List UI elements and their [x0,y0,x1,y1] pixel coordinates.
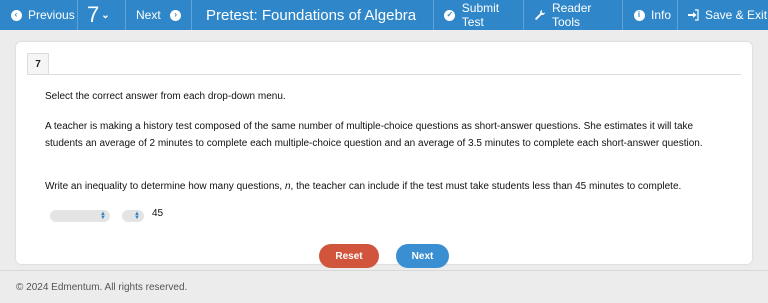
chevron-right-icon: › [170,9,182,21]
copyright-text: © 2024 Edmentum. All rights reserved. [16,282,188,293]
next-question-button[interactable]: Next › [126,0,192,30]
question-prompt: Write an inequality to determine how man… [45,181,682,192]
constant-value: 45 [152,208,164,219]
next-label: Next [136,8,161,22]
chevron-left-icon: ‹ [10,9,22,21]
submit-test-button[interactable]: ✓ Submit Test [433,0,524,30]
sign-out-icon [687,9,699,21]
question-selector[interactable]: 7 ⌄ [78,0,126,30]
check-circle-icon: ✓ [444,9,456,21]
expression-dropdown[interactable]: ▲ ▼ [50,210,110,222]
top-toolbar: ‹ Previous 7 ⌄ Next › Pretest: Foundatio… [0,0,768,30]
reader-tools-label: Reader Tools [552,1,592,29]
next-button[interactable]: Next [396,244,449,268]
previous-button[interactable]: ‹ Previous [0,0,78,30]
question-number: 7 [87,2,100,27]
select-arrows-icon: ▲ ▼ [100,211,106,221]
wrench-icon [534,9,546,21]
info-button[interactable]: i Info [623,0,678,30]
question-number-tab: 7 [27,53,49,75]
submit-label: Submit Test [461,1,500,29]
previous-label: Previous [28,8,75,22]
info-icon: i [633,9,645,21]
question-paragraph: A teacher is making a history test compo… [45,121,703,149]
info-label: Info [651,8,672,22]
question-card: 7 Select the correct answer from each dr… [16,42,752,268]
chevron-down-icon: ⌄ [101,9,110,21]
reset-button[interactable]: Reset [319,244,379,268]
page-title: Pretest: Foundations of Algebra [206,6,417,24]
divider [27,74,741,75]
instruction-text: Select the correct answer from each drop… [45,91,286,102]
reader-tools-button[interactable]: Reader Tools [524,0,623,30]
save-exit-label: Save & Exit [705,8,768,22]
save-exit-button[interactable]: Save & Exit [678,0,768,30]
select-arrows-icon: ▲ ▼ [134,211,140,221]
inequality-dropdown[interactable]: ▲ ▼ [122,210,144,222]
footer-divider [0,270,768,271]
